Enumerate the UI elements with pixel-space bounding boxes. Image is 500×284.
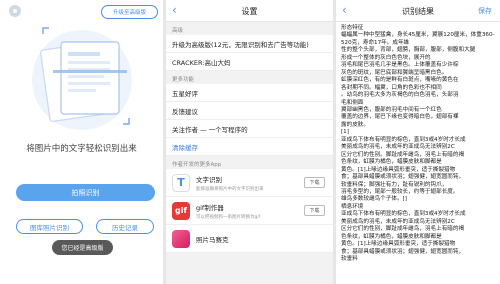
section-header-more: 更多功能 (172, 77, 195, 83)
result-title: 识别结果 (402, 7, 434, 16)
album-recognize-button[interactable]: 图库照片识别 (16, 219, 83, 234)
result-screen: ‹ 识别结果 保存 形态特征 蝠蝠属一种中型猛禽，身长45厘米，翼展120厘米，体… (336, 0, 500, 284)
clear-cache-row[interactable]: 清除缓存 (166, 138, 333, 156)
result-line: 色条纹，虹膜为橘色，蜡膜皮肤和脚都是 (341, 159, 442, 166)
app-item[interactable]: T 文字识别 能够准确将照片中的文字识别出来 下载 (166, 169, 333, 197)
follow-author-row[interactable]: 关注作者 — 一个写程序的 (166, 120, 333, 138)
settings-gear-icon[interactable] (9, 5, 21, 17)
tagline: 将图片中的文字轻松识别出来 (26, 144, 137, 154)
section-header-apps: 作者开发的更多App (172, 162, 222, 168)
document-scan-illustration (32, 27, 132, 130)
result-line: 区分它们的性别，脚趾成年雌鸟，羽毛上有暗的褐 (341, 226, 465, 233)
result-line: 覆盖的边界，尾巴下缘也变得暗白色，翅部有裸 (341, 114, 459, 121)
rate-row[interactable]: 五星好评 (166, 84, 333, 102)
result-line: 黄色。[1]上喙边缘具弧形垂突，适于撕裂猎物 (341, 241, 456, 248)
home-screen: 升级至高级版 将图片中的文字轻松识别出来 拍照识别 图库照片识别 历史记录 您已… (0, 0, 163, 284)
app-name: 文字识别 (196, 175, 222, 184)
upgrade-row[interactable]: 升级为高级版(12元，无限识别和去广告等功能) (166, 35, 333, 53)
history-button[interactable]: 历史记录 (96, 219, 154, 234)
result-line: 性的整个头部，背部，翅膀，胸部，腹部，侧腹和大腿 (341, 47, 476, 54)
save-button[interactable]: 保存 (478, 6, 492, 16)
mosaic-app-icon (172, 229, 190, 248)
result-line: 各封期不同。幅翼，口角的色彩也不相同 (341, 84, 442, 91)
app-name: gif制作器 (196, 203, 224, 212)
feedback-row[interactable]: 反馈建议 (166, 102, 333, 120)
result-text-area[interactable]: 形态特征 蝠蝠属一种中型猛禽，身长45厘米，翼展120厘米，体重360-520克，… (336, 22, 500, 264)
result-line: 软垂料保；脚强壮有力，趾有锐利的钩爪， (341, 181, 448, 188)
result-line: 亚成鸟下体布有明显的棕色，直到3或4岁时才长成 (341, 211, 466, 218)
result-line: 软垂料 (341, 256, 358, 263)
result-line: 美丽成鸟的羽毛，未成年的亚成鸟无法辨别2C (341, 144, 455, 151)
cracker-row: CRACKER:高山大妈 (166, 53, 333, 71)
app-name: 照片马赛克 (196, 235, 229, 244)
app-desc: 可以把视频和一串图片转换为gif (196, 214, 261, 220)
result-line: 食；基部具蜡膜或须状羽；翅强健，翅宽圆而钝， (341, 174, 465, 181)
gif-app-icon: gif (172, 201, 190, 220)
app-item[interactable]: gif gif制作器 可以把视频和一串图片转换为gif 下载 (166, 197, 333, 225)
settings-screen: ‹ 设置 高级 升级为高级版(12元，无限识别和去广告等功能) CRACKER:… (166, 0, 333, 284)
toast-message: 您已经是高级版 (52, 240, 113, 255)
capture-button[interactable]: 拍照识别 (16, 184, 155, 201)
app-desc: 能够准确将照片中的文字识别出来 (196, 186, 264, 192)
result-line: 。幼鸟的羽毛大多为灰褐色的白色羽毛，头部羽 (341, 92, 459, 99)
result-line: 食；基部具蜡膜或须状羽；翅强健，翅宽圆而钝， (341, 248, 465, 255)
result-line: 雄鸟多数较雌鸟个子体。[] (341, 196, 407, 203)
result-line: 虹膜深红色，有的是鲜有白斑点，嘴喙的黄色在 (341, 77, 459, 84)
result-line: 黄色。[1]上喙边缘具弧形垂突，适于撕裂猎物 (341, 166, 456, 173)
text-recognize-app-icon: T (172, 173, 190, 192)
result-line: 羽毛和尾巴羽毛几乎是黑色。上体覆盖有少许棕 (341, 62, 459, 69)
upgrade-button[interactable]: 升级至高级版 (101, 5, 158, 19)
result-line: 蝠蝠属一种中型猛禽，身长45厘米，翼展120厘米，体重360-520克，寿命17… (341, 32, 495, 46)
section-header-advanced: 高级 (172, 28, 184, 34)
download-button[interactable]: 下载 (304, 177, 325, 188)
result-line: [1] (341, 129, 349, 136)
result-line: 毛和侧面 (341, 99, 364, 106)
app-item[interactable]: 照片马赛克 (166, 225, 333, 253)
result-line: 露的皮肤。 (341, 121, 369, 128)
settings-title: 设置 (241, 7, 258, 16)
download-button[interactable]: 下载 (304, 205, 325, 216)
